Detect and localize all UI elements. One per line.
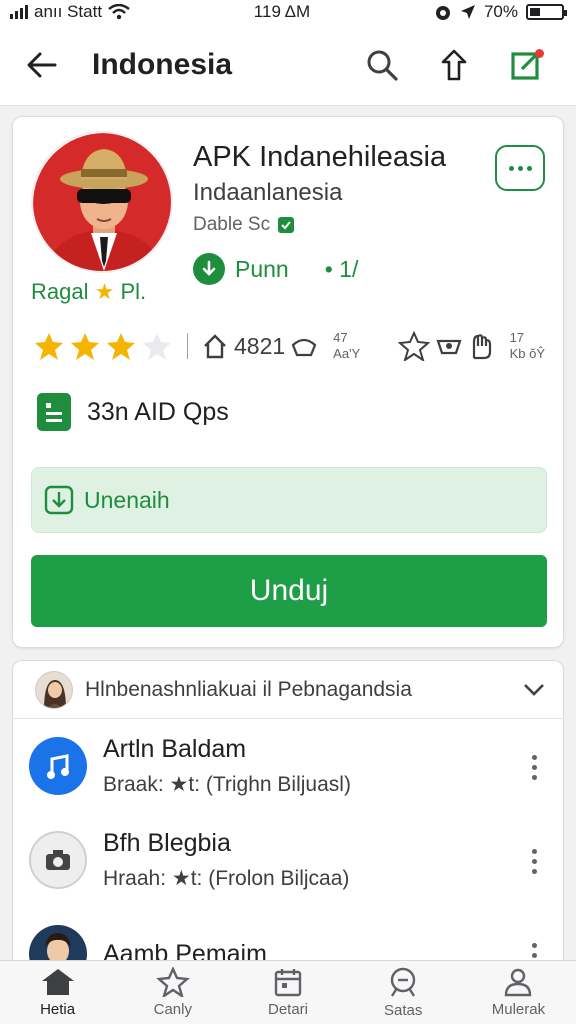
star-filled-icon bbox=[107, 333, 135, 360]
nav-item-search[interactable]: Satas bbox=[346, 961, 461, 1024]
nav-item-home[interactable]: Hetia bbox=[0, 961, 115, 1024]
share-button[interactable] bbox=[432, 43, 476, 87]
music-app-icon bbox=[29, 737, 87, 795]
download-circle-icon bbox=[193, 253, 225, 285]
item-menu-button[interactable] bbox=[532, 755, 537, 780]
app-icon bbox=[31, 131, 173, 273]
page-title: Indonesia bbox=[92, 47, 233, 81]
size-text: 33n AID Qps bbox=[87, 397, 229, 426]
clock: 119 ΔM bbox=[253, 2, 311, 21]
star-empty-icon bbox=[143, 333, 171, 360]
install-label: Punn bbox=[235, 255, 289, 282]
rating-tag: Ragal ★ Pl. bbox=[31, 279, 147, 304]
camera-app-icon bbox=[29, 831, 87, 889]
app-card: Ragal ★ Pl. APK Indanehileasia Indaanlan… bbox=[12, 116, 564, 648]
notification-dot bbox=[535, 48, 544, 58]
list-item-title: Artln Baldam bbox=[103, 735, 247, 763]
verified-icon bbox=[278, 217, 295, 233]
download-box-icon bbox=[44, 485, 74, 515]
battery-icon bbox=[525, 4, 567, 20]
alarm-icon bbox=[435, 6, 450, 20]
hand-icon bbox=[472, 334, 491, 360]
home-icon bbox=[41, 969, 74, 995]
reviews-count: 4821 bbox=[234, 332, 286, 359]
avatar bbox=[35, 670, 73, 709]
calendar-icon bbox=[274, 969, 302, 997]
developer-line: Dable Sc bbox=[193, 214, 295, 236]
app-name: APK Indanehileasia bbox=[193, 141, 447, 173]
location-icon bbox=[460, 5, 475, 19]
list-item[interactable]: Bfh Blegbia Hraah: ★t: (Frolon Biljcaa) bbox=[13, 813, 563, 907]
search-button[interactable] bbox=[360, 43, 404, 87]
search-circle-icon bbox=[391, 967, 416, 997]
list-item-title: Bfh Blegbia bbox=[103, 829, 231, 857]
size-row: 33n AID Qps bbox=[37, 393, 229, 431]
signal-icon bbox=[10, 5, 28, 19]
download-button[interactable]: Unduj bbox=[31, 555, 547, 627]
nav-item-star[interactable]: Canly bbox=[115, 961, 230, 1024]
item-menu-button[interactable] bbox=[532, 849, 537, 874]
star-outline-icon bbox=[155, 967, 190, 997]
app-bar: Indonesia bbox=[0, 24, 576, 106]
back-button[interactable] bbox=[20, 43, 64, 87]
list-item-subtitle: Hraah: ★t: (Frolon Biljcaa) bbox=[103, 867, 350, 890]
list-header[interactable]: Hlnbenashnliakuai il Pebnagandsia bbox=[13, 661, 563, 719]
app-subtitle: Indaanlanesia bbox=[193, 179, 343, 206]
star-icon: ★ bbox=[94, 279, 115, 304]
chevron-down-icon bbox=[524, 683, 544, 696]
stats-right: 17 Kb ŏŶ bbox=[397, 330, 545, 362]
install-extra: • 1/ bbox=[324, 255, 359, 282]
camera-icon bbox=[436, 339, 462, 355]
person-icon bbox=[505, 968, 532, 997]
share-icon bbox=[441, 49, 467, 80]
developer-name[interactable]: Dable Sc bbox=[193, 214, 270, 236]
install-line: Punn • 1/ bbox=[193, 253, 358, 285]
update-button[interactable]: Unenaih bbox=[31, 467, 547, 533]
battery-percent: 70% bbox=[483, 2, 518, 21]
carrier-label: anıı Statt bbox=[34, 2, 103, 21]
update-label: Unenaih bbox=[84, 486, 170, 513]
home-outline-icon bbox=[204, 334, 226, 359]
list-item[interactable]: Artln Baldam Braak: ★t: (Trighn Biljuasl… bbox=[13, 719, 563, 813]
search-icon bbox=[367, 50, 398, 81]
arrow-left-icon bbox=[27, 52, 57, 77]
nav-item-profile[interactable]: Mulerak bbox=[461, 961, 576, 1024]
nav-item-details[interactable]: Detari bbox=[230, 961, 345, 1024]
stats-row: 4821 47 Aa'Y 17 Kb ŏŶ bbox=[33, 323, 545, 369]
list-header-text: Hlnbenashnliakuai il Pebnagandsia bbox=[85, 677, 412, 701]
edit-button[interactable] bbox=[504, 43, 548, 87]
bottom-nav: Hetia Canly Detari Satas Mulerak bbox=[0, 960, 576, 1024]
rating-stars bbox=[33, 331, 173, 361]
hat-icon bbox=[291, 338, 317, 357]
list-item-subtitle: Braak: ★t: (Trighn Biljuasl) bbox=[103, 773, 351, 796]
reviews-stat: 4821 47 Aa'Y bbox=[202, 330, 360, 362]
star-filled-icon bbox=[71, 333, 99, 360]
more-options-button[interactable] bbox=[495, 145, 545, 191]
star-outline-icon bbox=[397, 331, 430, 361]
wifi-icon bbox=[108, 4, 130, 20]
stats-divider bbox=[187, 333, 188, 359]
star-filled-icon bbox=[35, 333, 63, 360]
file-icon bbox=[37, 393, 71, 431]
related-list-card: Hlnbenashnliakuai il Pebnagandsia Artln … bbox=[12, 660, 564, 980]
status-bar: anıı Statt 119 ΔM 70% bbox=[0, 0, 576, 24]
